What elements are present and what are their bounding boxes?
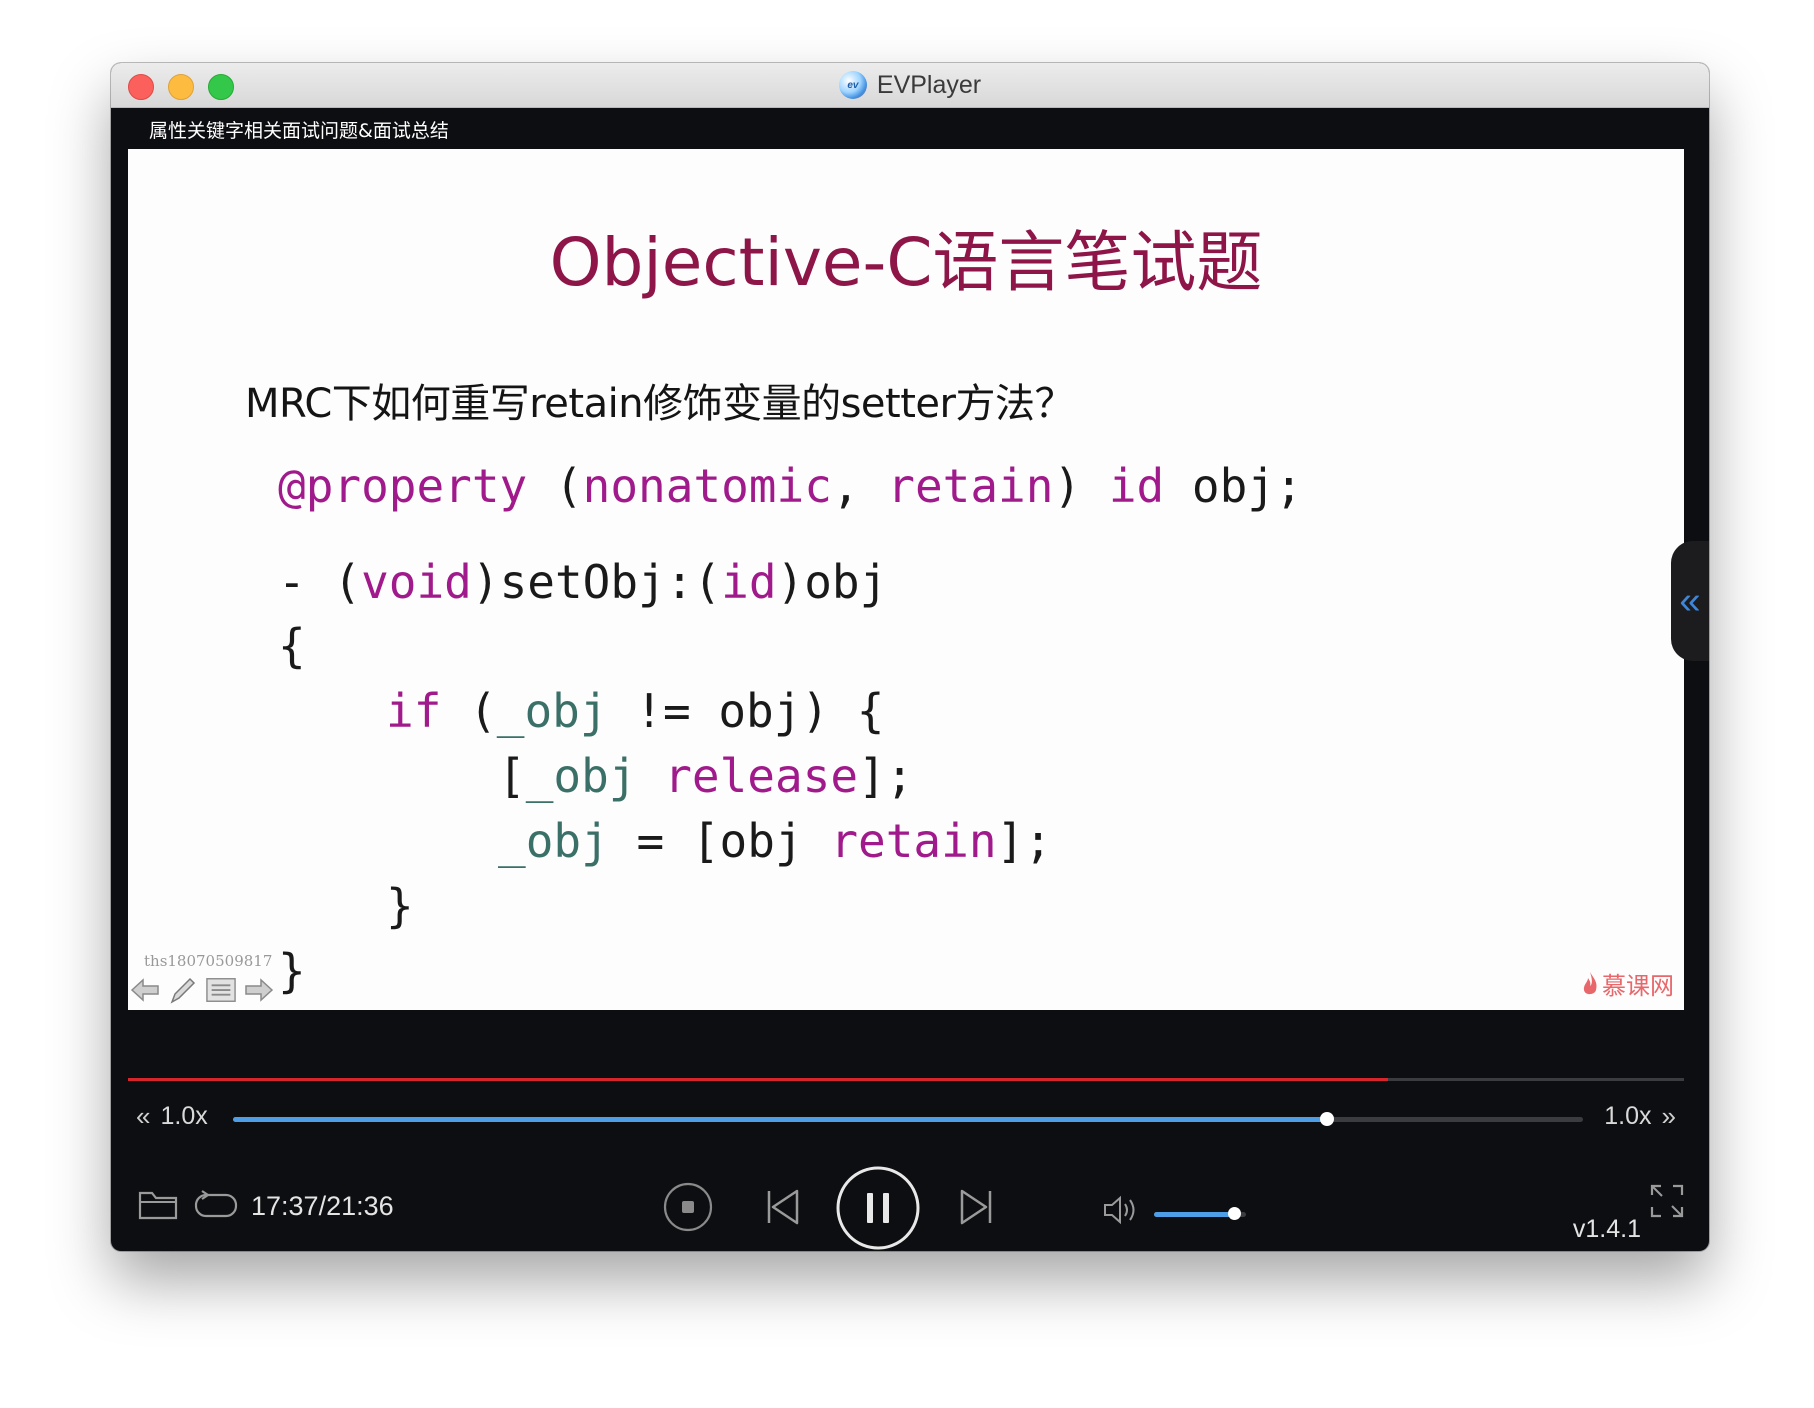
code-token: retain (887, 459, 1054, 513)
skip-next-icon (960, 1189, 992, 1225)
fullscreen-button[interactable] (1649, 1183, 1685, 1219)
code-token: id (721, 555, 777, 609)
title-bar: ev EVPlayer (111, 63, 1709, 108)
code-token: nonatomic (582, 459, 832, 513)
slide-title: Objective-C语言笔试题 (549, 224, 1263, 301)
double-chevron-left-icon: « (136, 1101, 151, 1131)
code-token: _obj (498, 814, 609, 868)
code-token: ( (527, 459, 583, 513)
code-line-inner-close: } (386, 879, 414, 933)
code-token: )setObj:( (471, 555, 722, 609)
skip-previous-icon (767, 1189, 799, 1225)
playback-progress-bar[interactable] (128, 1078, 1684, 1081)
code-token: ]; (996, 814, 1052, 868)
code-token: - ( (278, 555, 362, 609)
volume-button[interactable] (1101, 1193, 1141, 1227)
stop-icon (663, 1182, 713, 1232)
folder-icon (138, 1191, 178, 1220)
code-token: void (361, 555, 472, 609)
version-label: v1.4.1 (1572, 1215, 1641, 1243)
previous-button[interactable] (763, 1185, 803, 1229)
speed-increase[interactable]: 1.0x » (1604, 1101, 1676, 1132)
code-token: _obj (525, 749, 637, 803)
speed-slider-fill (233, 1112, 1334, 1126)
speed-left-label: 1.0x (160, 1102, 208, 1130)
watermark-user-id: ths18070509817 (144, 952, 273, 970)
pause-icon (836, 1166, 920, 1250)
slide-toolbar (130, 975, 274, 1005)
code-token: [ (498, 749, 526, 803)
stop-button[interactable] (662, 1181, 714, 1233)
code-token: if (386, 684, 442, 738)
playback-progress-fill (128, 1078, 1389, 1081)
code-line-signature: - (void)setObj:(id)obj (278, 555, 887, 609)
code-token: ( (441, 684, 497, 738)
code-line-open-brace: { (278, 619, 306, 673)
control-bar: 17:37/21:36 v1.4.1 (111, 1153, 1709, 1251)
list-icon[interactable] (206, 975, 236, 1005)
loop-button[interactable] (193, 1187, 239, 1223)
code-token: )obj (776, 555, 888, 609)
code-token: ) (1053, 459, 1109, 513)
code-token: id (1108, 459, 1165, 513)
app-title-text: EVPlayer (876, 70, 982, 99)
code-token: ]; (858, 749, 914, 803)
imooc-watermark: 慕课网 (1580, 966, 1674, 1001)
code-token: , (831, 459, 888, 513)
code-token: @property (278, 459, 528, 513)
speed-right-label: 1.0x (1604, 1102, 1652, 1130)
code-token: obj; (1164, 459, 1303, 513)
volume-slider-fill (1154, 1207, 1241, 1220)
speaker-icon (1104, 1195, 1135, 1225)
code-token: _obj (496, 684, 608, 738)
volume-slider-knob[interactable] (1227, 1207, 1241, 1220)
code-token: != obj) { (607, 684, 885, 738)
speed-slider[interactable] (233, 1112, 1583, 1126)
collapse-panel-toggle[interactable]: « (1671, 541, 1709, 661)
speed-slider-knob[interactable] (1319, 1112, 1334, 1126)
flame-icon (1583, 971, 1597, 994)
double-chevron-left-icon: « (1679, 579, 1701, 622)
video-title: 属性关键字相关面试问题&面试总结 (149, 120, 449, 142)
arrow-right-icon[interactable] (244, 975, 274, 1005)
loop-icon (194, 1190, 238, 1218)
pen-icon[interactable] (168, 975, 198, 1005)
fullscreen-icon (1650, 1184, 1684, 1218)
brand-text: 慕课网 (1602, 972, 1674, 1000)
code-line-if: if (_obj != obj) { (386, 684, 885, 738)
code-line-outer-close: } (278, 944, 306, 998)
window-title: ev EVPlayer (111, 63, 1709, 107)
double-chevron-right-icon: » (1661, 1101, 1676, 1131)
code-line-assign: _obj = [obj retain]; (498, 814, 1052, 868)
player-window: ev EVPlayer 属性关键字相关面试问题&面试总结 Objective-C… (111, 63, 1709, 1251)
code-token: retain (830, 814, 997, 868)
time-display: 17:37/21:36 (251, 1191, 394, 1221)
code-token: release (664, 749, 859, 803)
pause-button[interactable] (835, 1165, 921, 1251)
code-line-release: [_obj release]; (498, 749, 913, 803)
speed-decrease[interactable]: « 1.0x (136, 1101, 208, 1132)
speed-control-row: « 1.0x 1.0x » (128, 1093, 1684, 1143)
video-frame-slide[interactable]: Objective-C语言笔试题 MRC下如何重写retain修饰变量的sett… (128, 149, 1684, 1010)
next-button[interactable] (956, 1185, 996, 1229)
code-token: = [obj (608, 814, 831, 868)
volume-slider[interactable] (1154, 1207, 1246, 1220)
slide-question: MRC下如何重写retain修饰变量的setter方法？ (245, 381, 1074, 427)
arrow-left-icon[interactable] (130, 975, 160, 1005)
open-folder-button[interactable] (136, 1187, 180, 1223)
code-line-property: @property (nonatomic, retain) id obj; (278, 459, 1303, 513)
evplayer-logo-icon: ev (838, 71, 867, 99)
